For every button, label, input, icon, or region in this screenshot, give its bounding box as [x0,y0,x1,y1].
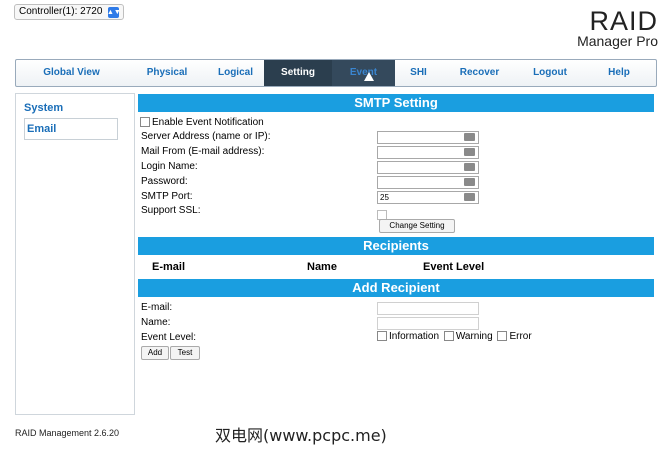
watermark-text: 双电网(www.pcpc.me) [215,426,387,445]
event-level-options: Information Warning Error [377,331,532,342]
support-ssl-label: Support SSL: [141,205,201,216]
tab-setting[interactable]: Setting [264,60,332,86]
change-setting-button[interactable]: Change Setting [379,219,455,233]
recipient-name-label: Name: [141,317,171,328]
level-warning-checkbox[interactable] [443,331,454,342]
server-address-input[interactable] [377,131,479,144]
tab-physical[interactable]: Physical [127,60,207,86]
keyboard-icon [464,178,475,186]
sidebar-item-system[interactable]: System [16,98,134,118]
level-error-checkbox[interactable] [497,331,508,342]
tab-global-view[interactable]: Global View [16,60,127,86]
smtp-port-input[interactable]: 25 [377,191,479,204]
recipient-email-input[interactable] [377,302,479,315]
level-error-label: Error [509,331,532,342]
controller-select-label: Controller(1): 2720 [19,6,103,17]
password-input[interactable] [377,176,479,189]
col-event-level: Event Level [423,261,485,273]
add-button[interactable]: Add [141,346,169,360]
password-label: Password: [141,176,188,187]
col-name: Name [307,261,337,273]
sidebar-item-email[interactable]: Email [24,118,118,140]
controller-select[interactable]: Controller(1): 2720 ▲▼ [14,4,125,20]
tab-event[interactable]: Event [332,60,395,86]
mouse-pointer-icon [364,72,374,81]
add-recipient-header: Add Recipient [138,279,654,297]
recipients-header: Recipients [138,237,654,255]
smtp-port-label: SMTP Port: [141,191,193,202]
recipient-name-input[interactable] [377,317,479,330]
version-label: RAID Management 2.6.20 [15,428,120,438]
brand-subtitle: Manager Pro [577,33,658,49]
tab-help[interactable]: Help [583,60,655,86]
level-warning-label: Warning [455,331,493,342]
tab-logout[interactable]: Logout [517,60,583,86]
server-address-label: Server Address (name or IP): [141,131,271,142]
keyboard-icon [464,148,475,156]
enable-notification-label: Enable Event Notification [152,117,264,128]
test-button[interactable]: Test [170,346,200,360]
smtp-setting-header: SMTP Setting [138,94,654,112]
recipient-email-label: E-mail: [141,302,173,313]
login-name-input[interactable] [377,161,479,174]
tab-logical[interactable]: Logical [207,60,264,86]
keyboard-icon [464,193,475,201]
level-information-checkbox[interactable] [377,331,387,342]
recipient-level-label: Event Level: [141,332,197,343]
tab-shi[interactable]: SHI [395,60,442,86]
col-email: E-mail [152,261,186,273]
sidebar: System Email [15,93,135,415]
login-name-label: Login Name: [141,161,198,172]
mail-from-label: Mail From (E-mail address): [141,146,265,157]
keyboard-icon [464,133,475,141]
keyboard-icon [464,163,475,171]
enable-notification-row: Enable Event Notification [140,117,264,128]
chevron-up-down-icon: ▲▼ [106,6,121,18]
smtp-port-value: 25 [380,193,389,202]
level-information-label: Information [389,331,440,342]
main-nav: Global View Physical Logical Setting Eve… [15,59,657,87]
tab-recover[interactable]: Recover [442,60,517,86]
mail-from-input[interactable] [377,146,479,159]
enable-notification-checkbox[interactable] [140,117,150,128]
